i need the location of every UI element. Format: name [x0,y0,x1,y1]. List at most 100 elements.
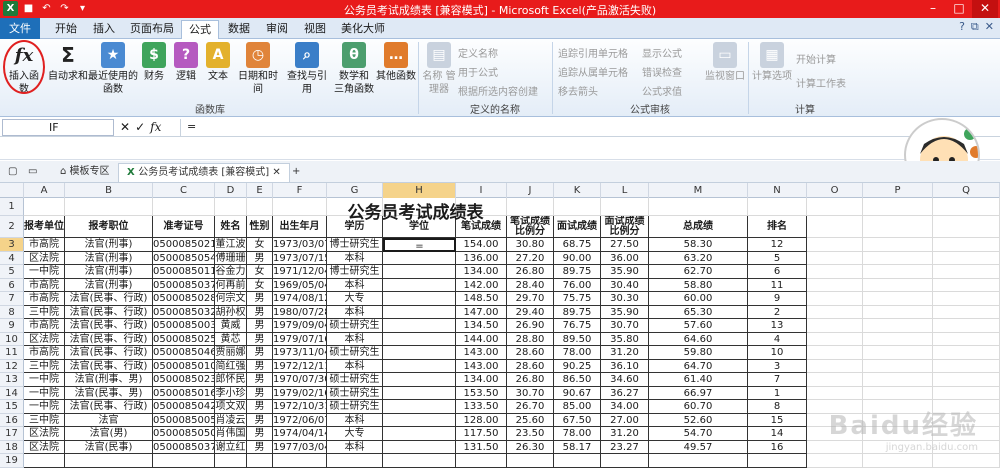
row-header-4[interactable]: 4 [0,251,24,265]
table-cell[interactable]: 23.27 [601,440,649,454]
table-cell[interactable]: 本科 [327,440,383,454]
table-cell[interactable] [554,454,601,468]
empty-cell[interactable] [933,278,1000,292]
table-cell[interactable]: 法官(男) [65,427,153,441]
table-cell[interactable] [327,454,383,468]
table-cell[interactable]: 郎怀民 [215,373,247,387]
table-cell[interactable]: 1973/11/04 [273,346,327,360]
column-header-q[interactable]: Q [933,183,1000,198]
empty-cell[interactable] [933,332,1000,346]
table-cell[interactable]: 26.80 [507,373,554,387]
table-cell[interactable]: 154.00 [456,238,507,252]
tab-workbook[interactable]: X 公务员考试成绩表 [兼容模式] ✕ [118,163,290,182]
table-cell[interactable]: 64.70 [649,359,748,373]
table-cell[interactable]: 27.00 [601,413,649,427]
table-cell[interactable]: 一中院 [24,400,65,414]
table-cell[interactable]: 1979/07/16 [273,332,327,346]
create-from-selection-button[interactable]: 根据所选内容创建 [458,83,538,98]
row-header-18[interactable]: 18 [0,440,24,454]
table-cell[interactable]: 050008505099 [153,427,215,441]
table-cell[interactable]: 1972/10/31 [273,400,327,414]
table-cell[interactable]: 董江波 [215,238,247,252]
table-cell[interactable]: 博士研究生 [327,265,383,279]
column-header-i[interactable]: I [456,183,507,198]
table-cell[interactable]: 法官(刑事) [65,238,153,252]
use-in-formula-button[interactable]: 用于公式 [458,64,498,79]
empty-cell[interactable] [807,386,863,400]
table-cell[interactable]: 三中院 [24,305,65,319]
table-cell[interactable]: 市高院 [24,278,65,292]
table-cell[interactable]: 62.70 [649,265,748,279]
table-cell[interactable] [748,454,807,468]
table-cell[interactable]: 26.90 [507,319,554,333]
table-cell[interactable]: 胡孙权 [215,305,247,319]
table-cell[interactable]: 法官 [65,413,153,427]
table-cell[interactable]: 博士研究生 [327,238,383,252]
row-header-9[interactable]: 9 [0,319,24,333]
row-header-16[interactable]: 16 [0,413,24,427]
empty-cell[interactable] [863,278,933,292]
table-cell[interactable]: 傅珊珊 [215,251,247,265]
table-cell[interactable]: 3 [748,359,807,373]
table-cell[interactable]: 30.80 [507,238,554,252]
table-cell[interactable]: 133.50 [456,400,507,414]
table-cell[interactable]: 050008503790 [153,440,215,454]
table-cell[interactable]: 4 [748,332,807,346]
table-cell[interactable]: 050008500383 [153,319,215,333]
table-cell[interactable]: 134.00 [456,265,507,279]
column-header-l[interactable]: L [601,183,649,198]
empty-cell[interactable] [863,238,933,252]
table-cell[interactable]: 36.10 [601,359,649,373]
empty-cell[interactable] [807,373,863,387]
empty-cell[interactable] [863,198,933,216]
table-cell[interactable]: 78.00 [554,346,601,360]
table-cell[interactable] [247,454,273,468]
table-cell[interactable]: 本科 [327,413,383,427]
table-cell[interactable]: 25.60 [507,413,554,427]
calc-sheet-button[interactable]: 计算工作表 [796,75,846,90]
table-cell[interactable]: 1979/09/04 [273,319,327,333]
row-header-7[interactable]: 7 [0,292,24,306]
table-cell[interactable]: 大专 [327,292,383,306]
table-cell[interactable]: 30.30 [601,292,649,306]
name-box[interactable]: IF [2,119,114,136]
table-cell[interactable]: 法官(民事、行政) [65,305,153,319]
table-cell[interactable]: 法官(民事、行政) [65,332,153,346]
empty-cell[interactable] [807,251,863,265]
empty-cell[interactable] [807,216,863,238]
cancel-icon[interactable]: ✕ [120,119,130,136]
table-cell[interactable]: 050008501663 [153,386,215,400]
tab-file[interactable]: 文件 [0,18,40,39]
table-cell[interactable]: 27.50 [601,238,649,252]
table-cell[interactable]: 11 [748,278,807,292]
table-cell[interactable] [383,427,456,441]
row-header-17[interactable]: 17 [0,427,24,441]
column-header-b[interactable]: B [65,183,153,198]
table-cell[interactable]: 136.00 [456,251,507,265]
empty-cell[interactable] [933,454,1000,468]
table-cell[interactable]: 67.50 [554,413,601,427]
empty-cell[interactable] [863,332,933,346]
table-cell[interactable]: 86.50 [554,373,601,387]
empty-cell[interactable] [933,359,1000,373]
table-cell[interactable]: 何宗文 [215,292,247,306]
table-cell[interactable]: 26.70 [507,400,554,414]
table-cell[interactable]: 27.20 [507,251,554,265]
enter-icon[interactable]: ✓ [135,119,145,136]
empty-cell[interactable] [933,305,1000,319]
table-cell[interactable]: 35.80 [601,332,649,346]
table-cell[interactable]: 134.50 [456,319,507,333]
table-cell[interactable]: 市高院 [24,346,65,360]
text-button[interactable]: A 文本 [204,42,232,83]
table-cell[interactable]: 三中院 [24,413,65,427]
table-cell[interactable]: 58.30 [649,238,748,252]
table-cell[interactable]: 60.70 [649,400,748,414]
table-cell[interactable]: 市高院 [24,319,65,333]
table-cell[interactable]: 男 [247,440,273,454]
table-cell[interactable]: 30.70 [507,386,554,400]
table-cell[interactable]: 050008503756 [153,278,215,292]
table-cell[interactable]: 肖伟国 [215,427,247,441]
table-cell[interactable]: 硕士研究生 [327,400,383,414]
name-manager-button[interactable]: ▤ 名称 管理器 [422,42,456,96]
math-button[interactable]: θ 数学和 三角函数 [334,42,374,96]
